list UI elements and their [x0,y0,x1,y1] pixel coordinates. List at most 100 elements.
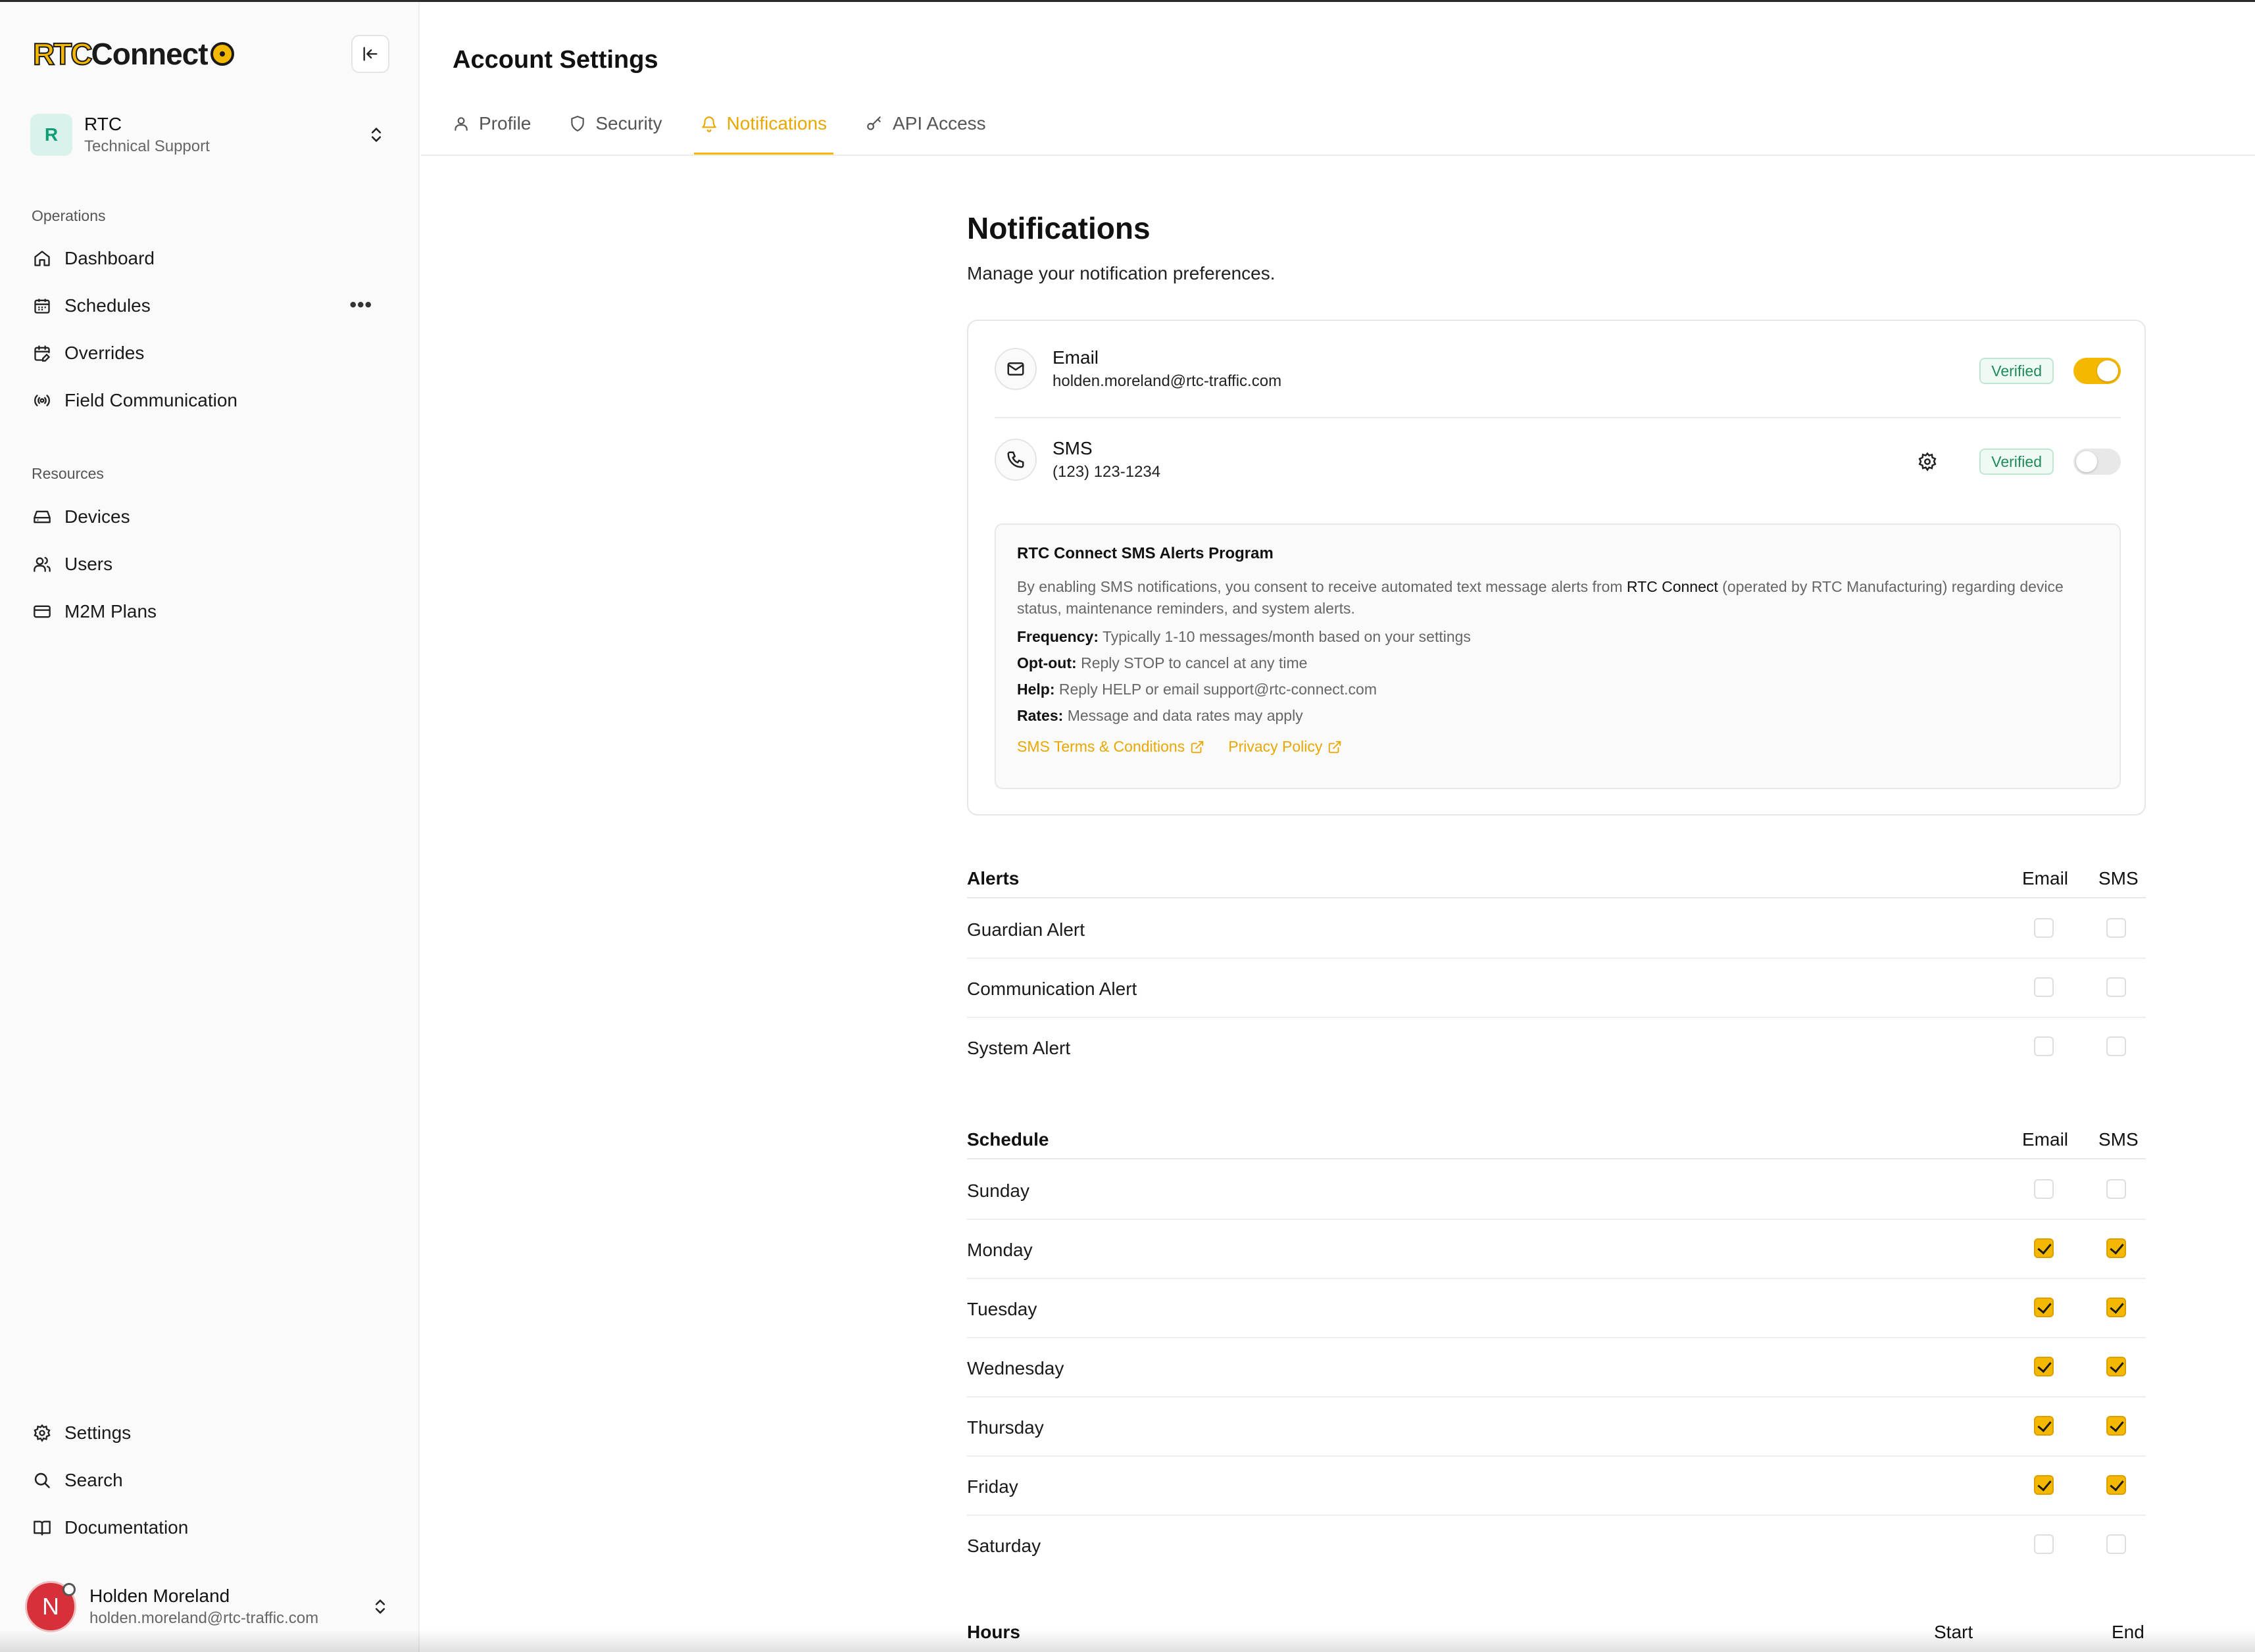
sidebar-item-label: Dashboard [64,248,155,268]
resources-section-label: Resources [32,465,104,482]
section-heading: Notifications [967,211,1151,245]
sidebar-item-schedules[interactable]: Schedules ••• [30,287,399,324]
sidebar-item-field-communication[interactable]: Field Communication [30,382,399,419]
calendar-icon [34,299,50,314]
email-toggle[interactable] [2073,358,2121,384]
email-address: holden.moreland@rtc-traffic.com [1053,372,1282,390]
sidebar-item-users[interactable]: Users [30,546,399,583]
sidebar-item-dashboard[interactable]: Dashboard [30,240,399,277]
table-row: Tuesday [967,1279,2146,1338]
email-verified-badge: Verified [1979,358,2054,384]
email-checkbox[interactable] [2034,1534,2054,1554]
home-icon [34,251,50,266]
sms-checkbox[interactable] [2106,1357,2126,1376]
sidebar-item-documentation[interactable]: Documentation [30,1509,399,1546]
sms-verified-badge: Verified [1979,449,2054,475]
users-icon [34,556,51,572]
row-label: Monday [967,1240,1033,1260]
program-rates: Rates: Message and data rates may apply [1017,705,2098,726]
sms-toggle[interactable] [2073,449,2121,475]
sidebar-item-settings[interactable]: Settings [30,1415,399,1451]
schedule-sms-column: SMS [2098,1129,2139,1150]
gear-icon [34,1424,51,1442]
sms-checkbox[interactable] [2106,918,2126,938]
sms-channel: SMS (123) 123-1234 Verified [995,424,2121,496]
gear-icon [1918,452,1937,472]
email-checkbox[interactable] [2034,1416,2054,1436]
calendar-edit-icon [34,345,51,362]
sms-checkbox[interactable] [2106,1238,2126,1258]
email-checkbox[interactable] [2034,1036,2054,1056]
sms-checkbox[interactable] [2106,977,2126,997]
user-menu[interactable]: N Holden Moreland holden.moreland@rtc-tr… [25,1579,400,1634]
email-checkbox[interactable] [2034,1179,2054,1199]
collapse-sidebar-button[interactable] [351,35,389,73]
tab-label: Notifications [726,113,828,134]
sidebar-item-m2m-plans[interactable]: M2M Plans [30,593,399,630]
sidebar-item-label: Documentation [64,1517,189,1538]
help-value: Reply HELP or email support@rtc-connect.… [1054,681,1377,698]
avatar-initial: N [42,1593,59,1620]
alerts-sms-column: SMS [2098,868,2139,888]
table-row: Monday [967,1220,2146,1279]
table-row: Guardian Alert [967,900,2146,959]
optout-value: Reply STOP to cancel at any time [1076,654,1308,671]
email-checkbox[interactable] [2034,1238,2054,1258]
sidebar-item-devices[interactable]: Devices [30,498,399,535]
sidebar-item-label: Overrides [64,343,145,363]
card-icon [34,605,51,618]
sms-settings-button[interactable] [1916,450,1939,474]
alerts-table-header: Alerts Email SMS [967,862,2146,898]
key-icon [867,116,881,130]
sms-terms-link[interactable]: SMS Terms & Conditions [1017,738,1204,756]
sms-program-notice: RTC Connect SMS Alerts Program By enabli… [995,523,2121,789]
tab-notifications[interactable]: Notifications [693,105,833,155]
user-name: Holden Moreland [89,1586,230,1606]
alerts-title: Alerts [967,868,1020,888]
rtc-connect-logo[interactable]: RTC Connect [32,36,234,72]
chevrons-up-down-icon [371,128,382,142]
tab-profile[interactable]: Profile [453,105,531,142]
more-options-icon[interactable]: ••• [349,294,372,316]
program-description: By enabling SMS notifications, you conse… [1017,576,2102,620]
logo-rtc-text: RTC [32,36,93,72]
program-links: SMS Terms & Conditions Privacy Policy [1017,738,2098,756]
sms-checkbox[interactable] [2106,1416,2126,1436]
tab-label: API Access [893,113,986,134]
user-email: holden.moreland@rtc-traffic.com [89,1609,319,1627]
toggle-knob [2076,451,2097,472]
schedule-email-column: Email [2022,1129,2069,1150]
sms-checkbox[interactable] [2106,1534,2126,1554]
program-title: RTC Connect SMS Alerts Program [1017,545,1274,562]
org-switcher[interactable]: R RTC Technical Support [30,111,399,158]
sms-checkbox[interactable] [2106,1179,2126,1199]
email-checkbox[interactable] [2034,1475,2054,1495]
sidebar-item-overrides[interactable]: Overrides [30,335,399,372]
sidebar-item-label: Settings [64,1422,132,1443]
sms-checkbox[interactable] [2106,1298,2126,1317]
email-checkbox[interactable] [2034,918,2054,938]
collapse-left-icon [363,47,378,61]
email-checkbox[interactable] [2034,1298,2054,1317]
row-label: Communication Alert [967,979,1137,999]
tab-api-access[interactable]: API Access [865,105,986,142]
book-icon [34,1520,51,1536]
sidebar-item-search[interactable]: Search [30,1462,399,1499]
sms-checkbox[interactable] [2106,1036,2126,1056]
row-label: Guardian Alert [967,919,1085,940]
row-label: Thursday [967,1417,1044,1438]
frequency-value: Typically 1-10 messages/month based on y… [1098,628,1471,645]
channels-card: Email holden.moreland@rtc-traffic.com Ve… [967,320,2146,815]
email-checkbox[interactable] [2034,1357,2054,1376]
sms-checkbox[interactable] [2106,1475,2126,1495]
tab-security[interactable]: Security [569,105,662,142]
sidebar-item-label: Devices [64,506,130,527]
privacy-policy-link[interactable]: Privacy Policy [1228,738,1342,756]
program-body-pre: By enabling SMS notifications, you conse… [1017,578,1627,595]
status-dot-icon [62,1583,76,1596]
table-row: System Alert [967,1018,2146,1077]
email-checkbox[interactable] [2034,977,2054,997]
shield-icon [571,116,585,132]
logo-connect-text: Connect [91,37,209,71]
sidebar-item-label: Schedules [64,295,151,316]
